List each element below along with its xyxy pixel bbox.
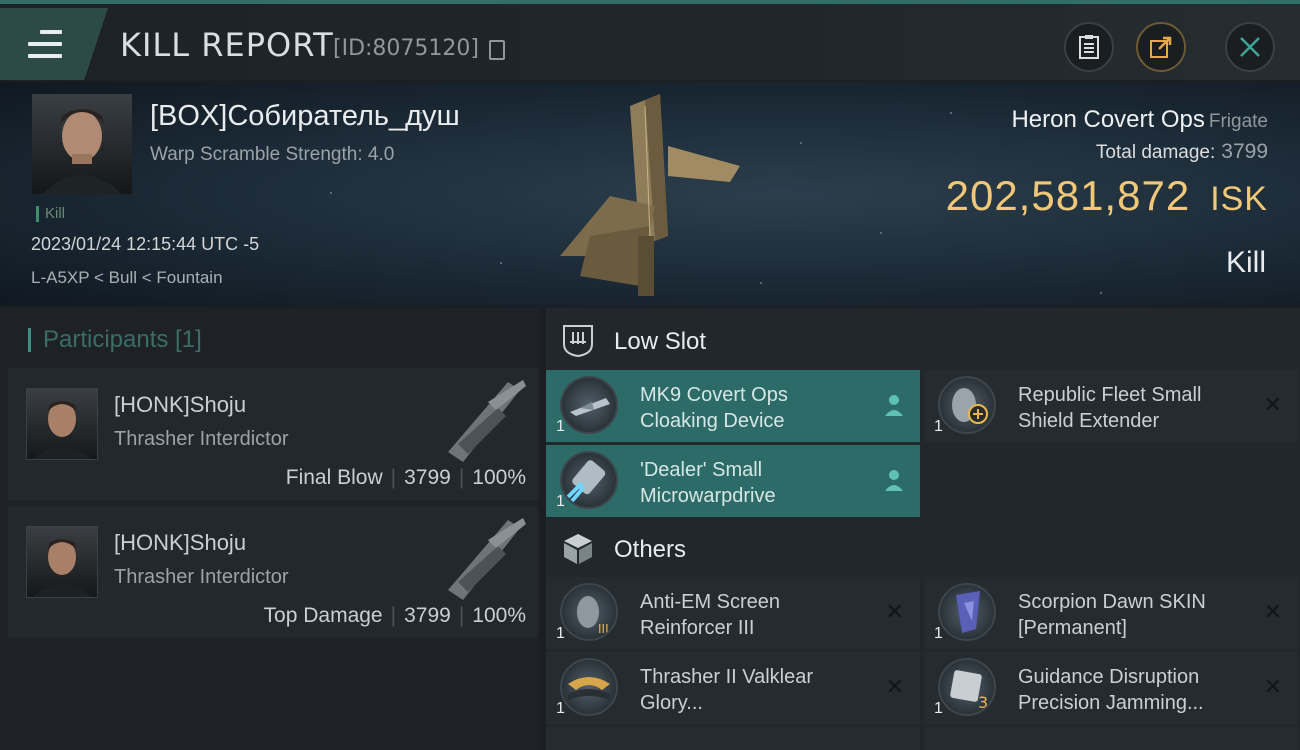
- item-qty: 1: [556, 700, 565, 717]
- participant-ship-image: [448, 518, 526, 600]
- item-qty: 1: [934, 418, 943, 435]
- participant-role: Top Damage: [263, 604, 383, 627]
- person-icon: [885, 470, 903, 491]
- clipboard-button[interactable]: [1064, 22, 1114, 72]
- microwarpdrive-icon: [560, 451, 618, 509]
- header-bar: KILL REPORT [ID:8075120]: [0, 4, 1300, 80]
- item-qty: 1: [934, 625, 943, 642]
- destroyed-icon: ✕: [885, 674, 904, 699]
- victim-ship-image: [560, 94, 740, 296]
- list-item: [924, 727, 1298, 750]
- participant-name[interactable]: [HONK]Shoju: [114, 392, 246, 418]
- isk-unit: ISK: [1210, 180, 1268, 218]
- item-name: MK9 Covert Ops Cloaking Device: [640, 384, 788, 432]
- destroyed-icon: ✕: [1263, 674, 1282, 699]
- report-id: [ID:8075120]: [333, 36, 479, 61]
- share-icon: [1150, 36, 1172, 58]
- kill-location[interactable]: L-A5XP < Bull < Fountain: [31, 268, 223, 288]
- share-button[interactable]: [1136, 22, 1186, 72]
- copy-icon[interactable]: [489, 40, 505, 60]
- item-scorpion-skin[interactable]: 1 Scorpion Dawn SKIN [Permanent] ✕: [924, 577, 1298, 649]
- participant-stats: Final Blow | 3799 | 100%: [285, 466, 526, 489]
- item-mk9-cloaking-device[interactable]: 1 MK9 Covert Ops Cloaking Device: [546, 370, 920, 442]
- section-low-slot: Low Slot: [546, 310, 1300, 370]
- svg-text:III: III: [598, 622, 609, 636]
- kill-datetime: 2023/01/24 12:15:44 UTC -5: [31, 234, 260, 254]
- participant-damage: 3799: [404, 604, 451, 627]
- close-button[interactable]: [1225, 22, 1275, 72]
- victim-name[interactable]: [BOX]Собиратель_душ: [150, 100, 460, 133]
- victim-portrait[interactable]: [32, 94, 132, 194]
- script-icon: 3: [938, 658, 996, 716]
- cloaking-device-icon: [560, 376, 618, 434]
- shield-extender-icon: [938, 376, 996, 434]
- isk-value: 202,581,872 ISK: [945, 172, 1268, 219]
- section-others: Others: [546, 518, 1300, 578]
- skin-icon: [560, 658, 618, 716]
- kill-summary-banner: [BOX]Собиратель_душ Warp Scramble Streng…: [0, 82, 1300, 306]
- total-damage-value: 3799: [1221, 140, 1268, 163]
- participant-ship-image: [448, 380, 526, 462]
- participant-portrait: [26, 526, 98, 598]
- person-icon: [885, 395, 903, 416]
- item-name: Scorpion Dawn SKIN [Permanent]: [1018, 591, 1206, 639]
- anti-em-screen-icon: III: [560, 583, 618, 641]
- participant-percent: 100%: [472, 604, 526, 627]
- list-item: [546, 727, 920, 750]
- participant-damage: 3799: [404, 466, 451, 489]
- destroyed-icon: ✕: [1263, 392, 1282, 417]
- item-name: 'Dealer' Small Microwarpdrive: [640, 459, 776, 507]
- participant-percent: 100%: [472, 466, 526, 489]
- participants-title: Participants [1]: [28, 328, 202, 352]
- item-qty: 1: [556, 625, 565, 642]
- item-qty: 1: [556, 493, 565, 510]
- item-thrasher-skin[interactable]: 1 Thrasher II Valklear Glory... ✕: [546, 652, 920, 724]
- skin-icon: [938, 583, 996, 641]
- item-shield-extender[interactable]: 1 Republic Fleet Small Shield Extender ✕: [924, 370, 1298, 442]
- item-name: Republic Fleet Small Shield Extender: [1018, 384, 1202, 432]
- clipboard-icon: [1079, 35, 1099, 59]
- close-icon: [1240, 37, 1260, 57]
- item-name: Thrasher II Valklear Glory...: [640, 666, 814, 714]
- item-microwarpdrive[interactable]: 1 'Dealer' Small Microwarpdrive: [546, 445, 920, 517]
- menu-icon: [28, 30, 62, 58]
- cube-icon: [564, 534, 592, 564]
- warp-scramble-strength: Warp Scramble Strength: 4.0: [150, 144, 395, 165]
- item-qty: 1: [556, 418, 565, 435]
- destroyed-icon: ✕: [885, 599, 904, 624]
- total-damage: Total damage: 3799: [1095, 140, 1268, 163]
- victim-ship-name[interactable]: Heron Covert Ops Frigate: [1011, 106, 1268, 134]
- victim-ship-class: Frigate: [1208, 111, 1268, 132]
- participant-ship: Thrasher Interdictor: [114, 428, 289, 450]
- section-label: Low Slot: [614, 328, 707, 355]
- participant-portrait: [26, 388, 98, 460]
- participant-role: Final Blow: [285, 466, 383, 489]
- participant-name[interactable]: [HONK]Shoju: [114, 530, 246, 556]
- participant-card[interactable]: [HONK]Shoju Thrasher Interdictor Top Dam…: [8, 506, 538, 638]
- result-label: Kill: [1225, 246, 1266, 279]
- menu-button[interactable]: [0, 8, 108, 80]
- items-panel: Low Slot 1 MK9 Covert Ops Cloaking Device…: [546, 308, 1300, 750]
- svg-text:3: 3: [978, 693, 988, 712]
- item-guidance-disruption-script[interactable]: 3 1 Guidance Disruption Precision Jamming…: [924, 652, 1298, 724]
- item-name: Anti-EM Screen Reinforcer III: [640, 591, 781, 639]
- participants-panel: Participants [1] [HONK]Shoju Thrasher In…: [0, 308, 540, 750]
- low-slot-icon: [563, 325, 593, 358]
- kill-tag: Kill: [36, 206, 65, 222]
- page-title: KILL REPORT: [120, 26, 334, 64]
- item-anti-em-screen[interactable]: III 1 Anti-EM Screen Reinforcer III ✕: [546, 577, 920, 649]
- participant-card[interactable]: [HONK]Shoju Thrasher Interdictor Final B…: [8, 368, 538, 500]
- participant-ship: Thrasher Interdictor: [114, 566, 289, 588]
- item-name: Guidance Disruption Precision Jamming...: [1018, 666, 1204, 714]
- destroyed-icon: ✕: [1263, 599, 1282, 624]
- section-label: Others: [614, 536, 687, 563]
- item-qty: 1: [934, 700, 943, 717]
- participant-stats: Top Damage | 3799 | 100%: [263, 604, 526, 627]
